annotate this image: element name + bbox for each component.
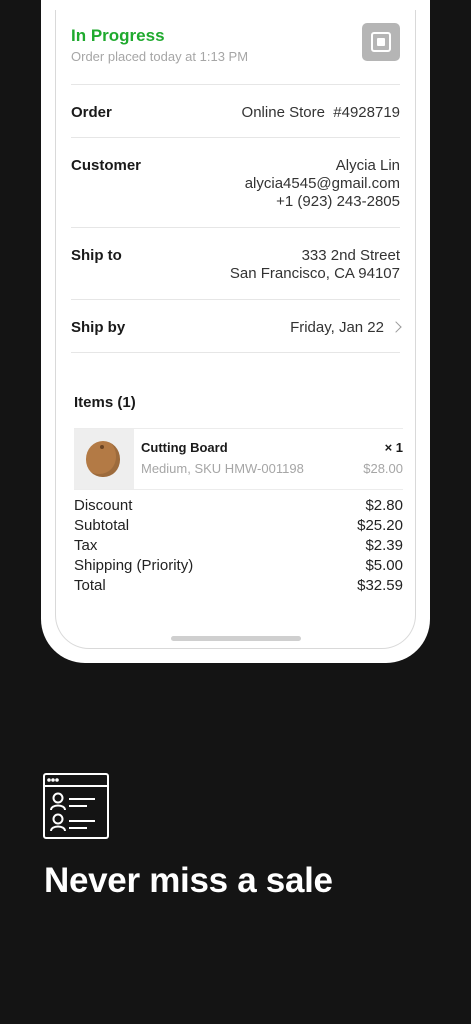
ship-by-row[interactable]: Friday, Jan 22 (290, 319, 402, 337)
ship-by-label: Ship by (71, 319, 126, 336)
tax-line: Tax $2.39 (74, 537, 403, 557)
total-value: $32.59 (357, 577, 403, 594)
home-indicator (171, 636, 301, 641)
chevron-right-icon (390, 321, 402, 333)
customer-email[interactable]: alycia4545@gmail.com (245, 175, 400, 193)
item-price: $28.00 (363, 461, 403, 476)
order-placed-time: Order placed today at 1:13 PM (71, 49, 249, 64)
divider (71, 352, 400, 353)
total-value: $2.80 (365, 497, 403, 514)
ship-to-address: 333 2nd Street San Francisco, CA 94107 (230, 247, 400, 283)
divider (71, 137, 400, 138)
phone-mockup: In Progress Order placed today at 1:13 P… (41, 0, 430, 663)
discount-line: Discount $2.80 (74, 497, 403, 517)
total-label: Tax (74, 537, 98, 554)
shipping-line: Shipping (Priority) $5.00 (74, 557, 403, 577)
items-title: Items (1) (74, 394, 136, 411)
divider (71, 84, 400, 85)
address-line1: 333 2nd Street (301, 247, 400, 264)
promo-headline: Never miss a sale (44, 861, 333, 900)
address-line2: San Francisco, CA 94107 (229, 265, 400, 282)
customer-list-icon (43, 773, 109, 839)
subtotal-line: Subtotal $25.20 (74, 517, 403, 537)
customer-label: Customer (71, 157, 142, 174)
customer-info: Alycia Lin alycia4545@gmail.com +1 (923)… (245, 157, 400, 211)
total-label: Discount (74, 497, 133, 514)
list-item[interactable]: Cutting Board Medium, SKU HMW-001198 × 1… (74, 428, 403, 490)
order-value: Online Store #4928719 (241, 104, 400, 121)
order-totals: Discount $2.80 Subtotal $25.20 Tax $2.39… (74, 497, 403, 597)
square-logo-icon (362, 23, 400, 61)
item-quantity: × 1 (384, 440, 403, 455)
item-name: Cutting Board (141, 440, 228, 455)
total-value: $5.00 (365, 557, 403, 574)
total-label: Subtotal (74, 517, 130, 534)
divider (71, 227, 400, 228)
total-value: $25.20 (357, 517, 403, 534)
divider (71, 299, 400, 300)
order-status: In Progress (71, 26, 165, 45)
ship-by-date[interactable]: Friday, Jan 22 (290, 319, 384, 336)
customer-phone[interactable]: +1 (923) 243-2805 (245, 193, 400, 211)
ship-to-label: Ship to (71, 247, 122, 264)
order-label: Order (71, 104, 112, 121)
grand-total-line: Total $32.59 (74, 577, 403, 597)
total-label: Total (74, 577, 106, 594)
product-thumbnail (74, 429, 134, 489)
customer-name: Alycia Lin (335, 157, 400, 174)
item-detail: Medium, SKU HMW-001198 (141, 461, 304, 476)
total-label: Shipping (Priority) (74, 557, 194, 574)
total-value: $2.39 (365, 537, 403, 554)
